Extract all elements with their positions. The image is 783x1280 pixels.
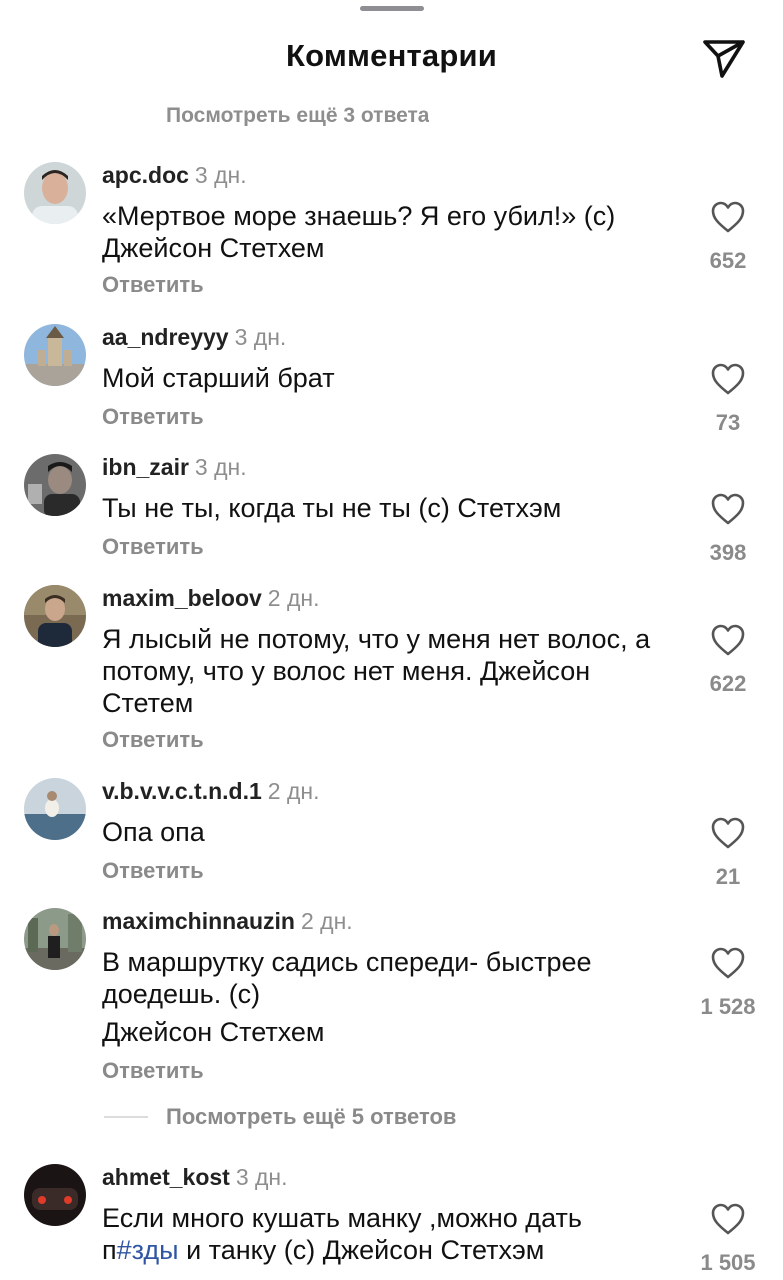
comment-text-segment: п [102, 1235, 117, 1265]
username[interactable]: aa_ndreyyy [102, 324, 229, 350]
timestamp: 3 дн. [194, 454, 247, 480]
heart-outline-icon[interactable] [710, 200, 746, 234]
comment-text-line: п#зды и танку (с) Джейсон Стетхэм [102, 1234, 692, 1266]
heart-outline-icon[interactable] [710, 816, 746, 850]
heart-outline-icon[interactable] [710, 492, 746, 526]
comment-text-line: «Мертвое море знаешь? Я его убил!» (с) [102, 201, 616, 231]
comment-text: Опа опа [102, 816, 692, 848]
comment-text-line: Я лысый не потому, что у меня нет волос,… [102, 624, 651, 654]
drag-handle[interactable] [360, 6, 424, 11]
comment-text-line: доедешь. (с) [102, 979, 261, 1009]
username[interactable]: maxim_beloov [102, 585, 262, 611]
reply-button[interactable]: Ответить [102, 272, 204, 298]
comment-text-segment: и танку (с) Джейсон Стетхэм [178, 1235, 545, 1265]
reply-button[interactable]: Ответить [102, 404, 204, 430]
username[interactable]: ahmet_kost [102, 1164, 230, 1190]
comment-meta: v.b.v.v.c.t.n.d.1 2 дн. [102, 778, 319, 805]
heart-outline-icon[interactable] [710, 946, 746, 980]
comment-text-line: Если много кушать манку ,можно дать [102, 1203, 582, 1233]
page-title: Комментарии [286, 38, 497, 73]
comment-meta: ibn_zair 3 дн. [102, 454, 247, 481]
like-count: 622 [709, 671, 747, 696]
username[interactable]: maximchinnauzin [102, 908, 295, 934]
comment-text-line: потому, что у волос нет меня. Джейсон [102, 656, 591, 686]
avatar[interactable] [24, 162, 86, 224]
timestamp: 3 дн. [234, 324, 287, 350]
comment-meta: ahmet_kost 3 дн. [102, 1164, 288, 1191]
comment-text-line: Опа опа [102, 817, 205, 847]
hashtag-link[interactable]: #зды [117, 1235, 179, 1265]
sheet-header: Комментарии [0, 6, 783, 102]
like-control[interactable]: 21 [688, 816, 768, 890]
comment-meta: aa_ndreyyy 3 дн. [102, 324, 286, 351]
timestamp: 3 дн. [194, 162, 247, 188]
comment-text-line: Джейсон Стетхем [102, 1017, 325, 1047]
comment-text-line: Стетем [102, 688, 194, 718]
avatar[interactable] [24, 908, 86, 970]
username[interactable]: ibn_zair [102, 454, 189, 480]
comment-meta: maxim_beloov 2 дн. [102, 585, 320, 612]
avatar[interactable] [24, 454, 86, 516]
comment-text: Ты не ты, когда ты не ты (с) Стетхэм [102, 492, 692, 524]
like-control[interactable]: 622 [688, 623, 768, 697]
like-count: 1 528 [700, 994, 756, 1019]
like-control[interactable]: 1 505 [688, 1202, 768, 1276]
reply-button[interactable]: Ответить [102, 727, 204, 753]
like-count: 73 [715, 410, 741, 435]
comment-text: Если много кушать манку ,можно дать п#зд… [102, 1202, 692, 1266]
like-count: 1 505 [700, 1250, 756, 1275]
comment-text: Я лысый не потому, что у меня нет волос,… [102, 623, 692, 719]
reply-button[interactable]: Ответить [102, 1058, 204, 1084]
avatar[interactable] [24, 1164, 86, 1226]
timestamp: 2 дн. [300, 908, 353, 934]
thread-divider [104, 1116, 148, 1118]
timestamp: 2 дн. [267, 585, 320, 611]
view-more-replies-link-cut[interactable]: Посмотреть ещё 3 ответа [166, 100, 429, 126]
like-count: 21 [715, 864, 741, 889]
comment-meta: maximchinnauzin 2 дн. [102, 908, 353, 935]
reply-button[interactable]: Ответить [102, 858, 204, 884]
comment-meta: apc.doc 3 дн. [102, 162, 247, 189]
comment-text-line: Мой старший брат [102, 363, 335, 393]
heart-outline-icon[interactable] [710, 1202, 746, 1236]
comment-text: В маршрутку садись спереди- быстрее доед… [102, 946, 692, 1048]
like-count: 652 [709, 248, 747, 273]
heart-outline-icon[interactable] [710, 623, 746, 657]
like-control[interactable]: 1 528 [688, 946, 768, 1020]
timestamp: 2 дн. [267, 778, 320, 804]
avatar[interactable] [24, 324, 86, 386]
reply-button[interactable]: Ответить [102, 534, 204, 560]
comment-text-line: Джейсон Стетхем [102, 233, 325, 263]
comment-text: Мой старший брат [102, 362, 692, 394]
like-control[interactable]: 398 [688, 492, 768, 566]
view-more-replies-label[interactable]: Посмотреть ещё 5 ответов [166, 1104, 456, 1130]
comment-text-line: В маршрутку садись спереди- быстрее [102, 947, 592, 977]
avatar[interactable] [24, 585, 86, 647]
view-more-replies-link[interactable]: Посмотреть ещё 5 ответов [104, 1104, 604, 1134]
like-control[interactable]: 652 [688, 200, 768, 274]
timestamp: 3 дн. [235, 1164, 288, 1190]
send-icon[interactable] [700, 34, 748, 82]
username[interactable]: v.b.v.v.c.t.n.d.1 [102, 778, 262, 804]
heart-outline-icon[interactable] [710, 362, 746, 396]
like-count: 398 [709, 540, 747, 565]
comment-text-line: Ты не ты, когда ты не ты (с) Стетхэм [102, 493, 562, 523]
comment-text: «Мертвое море знаешь? Я его убил!» (с) Д… [102, 200, 692, 264]
avatar[interactable] [24, 778, 86, 840]
like-control[interactable]: 73 [688, 362, 768, 436]
username[interactable]: apc.doc [102, 162, 189, 188]
